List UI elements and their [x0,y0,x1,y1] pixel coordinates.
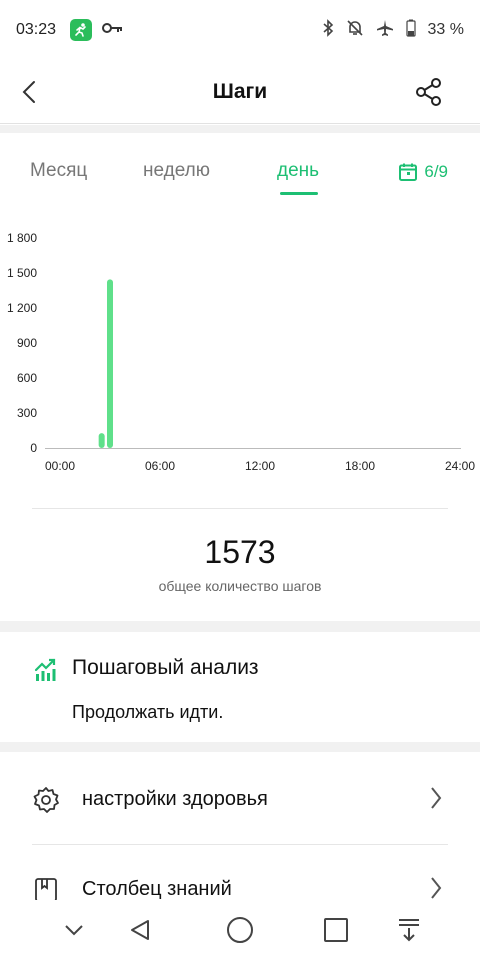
x-tick-label: 24:00 [445,459,475,473]
y-tick-label: 300 [17,406,37,420]
section-separator [0,742,480,752]
y-tick-label: 900 [17,336,37,350]
status-time: 03:23 [16,21,57,38]
system-nav-bar [0,900,480,960]
analysis-title: Пошаговый анализ [72,656,259,679]
section-separator [0,125,480,133]
total-steps-value: 1573 [204,534,276,570]
x-tick-label: 06:00 [145,459,175,473]
y-tick-label: 1 800 [7,231,37,245]
tab-week[interactable]: неделю [143,160,210,182]
x-tick-label: 18:00 [345,459,375,473]
recents-square-icon [324,918,348,942]
settings-row-health[interactable]: настройки здоровья [0,752,480,848]
x-tick-label: 12:00 [245,459,275,473]
battery-percent: 33 % [427,21,464,38]
collapse-icon [65,925,83,936]
status-left-icons [70,19,124,41]
chart-divider [32,508,448,509]
section-separator [0,621,480,632]
y-tick-label: 600 [17,371,37,385]
settings-knowledge-label: Столбец знаний [82,878,232,900]
nav-back-button[interactable] [122,912,158,948]
tab-day[interactable]: день [277,160,319,182]
chart-bar [107,279,113,448]
y-tick-label: 1 500 [7,266,37,280]
fitness-app-icon [70,19,93,41]
tab-month[interactable]: Месяц [30,160,87,182]
notification-pull-button[interactable] [391,912,427,948]
y-tick-label: 0 [30,441,37,455]
settings-health-label: настройки здоровья [82,788,268,810]
home-circle-icon [227,917,253,943]
period-tabs: Месяц неделю день 6/9 [0,148,480,200]
chevron-right-icon [430,786,442,815]
app-header: Шаги [0,60,480,124]
gear-icon [32,786,60,819]
battery-icon [405,19,416,42]
chart-trend-icon [34,658,58,687]
bell-off-icon [346,19,364,42]
total-steps-caption: общее количество шагов [158,578,322,594]
chart-svg: 0 300 600 900 1 200 1 500 1 800 00:00 06:00 12:00… [7,231,475,473]
status-bar: 03:23 33 % [0,0,480,60]
step-analysis-card: Пошаговый анализ Продолжать идти. [0,632,480,742]
y-tick-label: 1 200 [7,301,37,315]
chart-bar [98,433,105,448]
collapse-button[interactable] [56,912,92,948]
airplane-icon [376,19,394,42]
analysis-text: Продолжать идти. [72,702,224,722]
notification-pull-icon [399,919,419,942]
share-button[interactable] [412,74,446,110]
steps-chart: 0 300 600 900 1 200 1 500 1 800 00:00 06:00 12:00… [0,228,480,478]
chevron-left-icon [22,81,35,103]
date-label: 6/9 [424,162,448,181]
tab-active-indicator [280,192,318,195]
date-picker[interactable]: 6/9 [398,162,448,182]
nav-home-button[interactable] [222,912,258,948]
back-triangle-icon [131,920,149,940]
status-right: 33 % [322,18,464,42]
page-title: Шаги [212,79,268,103]
bluetooth-icon [322,18,334,42]
x-tick-label: 00:00 [45,459,75,473]
key-icon [102,21,124,40]
calendar-icon [399,163,418,181]
share-icon [416,78,441,106]
back-button[interactable] [14,76,44,108]
nav-recents-button[interactable] [318,912,354,948]
